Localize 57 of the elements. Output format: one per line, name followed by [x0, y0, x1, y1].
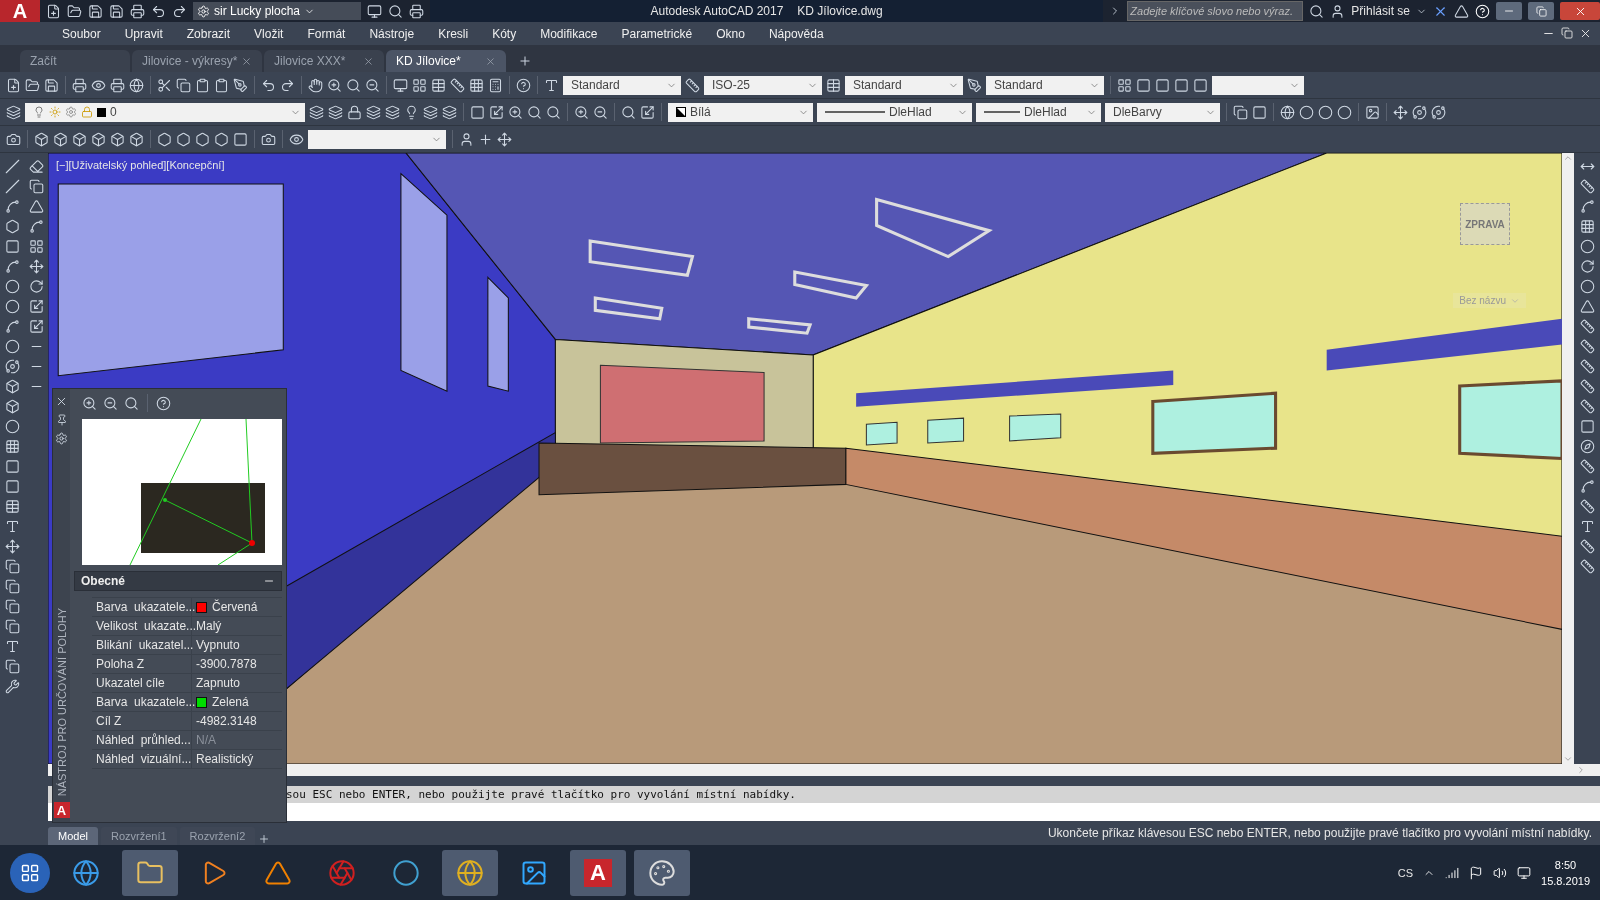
menu-item[interactable]: Formát	[295, 26, 358, 41]
lineweight-dropdown[interactable]: DleHlad	[976, 102, 1101, 122]
plot-style-dropdown[interactable]: DleBarvy	[1105, 102, 1220, 122]
property-name: Poloha Z	[92, 655, 192, 674]
menu-item[interactable]: Nástroje	[357, 26, 427, 41]
workspace-dropdown[interactable]: sir Lucky plocha	[193, 2, 361, 20]
menu-item[interactable]: Nápověda	[756, 26, 836, 41]
document-tab[interactable]: KD Jílovice*	[386, 50, 506, 72]
app-logo: A	[53, 802, 70, 818]
property-value[interactable]: Malý	[196, 619, 222, 633]
panel-title: NÁSTROJ PRO URČOVÁNÍ POLOHY	[55, 607, 68, 796]
clock[interactable]: 8:50 15.8.2019	[1541, 858, 1590, 887]
property-name: Cíl Z	[92, 712, 192, 731]
property-value[interactable]: Zapnuto	[196, 676, 241, 690]
property-value[interactable]: -4982.3148	[196, 714, 257, 728]
menu-item[interactable]: Kóty	[480, 26, 529, 41]
status-message: Ukončete příkaz klávesou ESC nebo ENTER, nebo použijte pravé tlačítko pro vyvolání místní nabídky.	[1047, 826, 1592, 840]
search-field[interactable]: Zadejte klíčové slovo nebo výraz.	[1127, 1, 1304, 21]
command-history-text: sou ESC nebo ENTER, nebo použijte pravé tlačítko pro vyvolání místní nabídky.	[286, 788, 796, 801]
section-header[interactable]: Obecné	[74, 571, 282, 591]
layer-dropdown[interactable]: 0	[25, 102, 305, 122]
document-tab[interactable]: Jilovice XXX*	[264, 50, 384, 72]
document-tab[interactable]: Začít	[20, 50, 130, 72]
menu-item[interactable]: Okno	[704, 26, 757, 41]
property-value[interactable]: Realistický	[196, 752, 254, 766]
menu-item[interactable]: Upravit	[112, 26, 175, 41]
language-indicator[interactable]: CS	[1397, 866, 1414, 879]
property-value[interactable]: -3900.7878	[196, 657, 257, 671]
menu-item[interactable]: Kresli	[426, 26, 481, 41]
multileader-style-dropdown[interactable]: Standard	[986, 75, 1104, 95]
layout-tab[interactable]: Model	[48, 827, 98, 845]
layout-tab[interactable]: Rozvržení2	[179, 827, 256, 845]
property-name: Náhled průhled...	[92, 731, 192, 750]
property-name: Ukazatel cíle	[92, 674, 192, 693]
property-value[interactable]: Zelená	[212, 695, 249, 709]
app-title: Autodesk AutoCAD 2017	[650, 4, 784, 18]
document-title: KD Jílovice.dwg	[797, 4, 883, 18]
menu-item[interactable]: Vložit	[242, 26, 296, 41]
app-logo[interactable]: A	[584, 858, 612, 887]
document-tab[interactable]: Jilovice - výkresy*	[132, 50, 262, 72]
menu-item[interactable]: Soubor	[50, 26, 113, 41]
property-name: Blikání ukazatel...	[92, 636, 192, 655]
text-style-dropdown[interactable]: Standard	[563, 75, 681, 95]
menu-item[interactable]: Modifikace	[528, 26, 610, 41]
viewport-label[interactable]: [−][Uživatelský pohled][Koncepční]	[56, 159, 225, 171]
linetype-dropdown[interactable]: DleHlad	[817, 102, 972, 122]
app-logo[interactable]: A	[0, 0, 40, 22]
color-dropdown[interactable]: Bílá	[668, 102, 813, 122]
menu-item[interactable]: Zobrazit	[174, 26, 243, 41]
dimension-style-dropdown[interactable]: ISO-25	[704, 75, 822, 95]
menu-item[interactable]: Parametrické	[609, 26, 705, 41]
property-value[interactable]: Červená	[212, 600, 258, 614]
property-value[interactable]: Vypnuto	[196, 638, 240, 652]
layout-tab[interactable]: Rozvržení1	[100, 827, 177, 845]
sign-in-link[interactable]: Přihlásit se	[1351, 4, 1410, 18]
table-style-dropdown[interactable]: Standard	[845, 75, 963, 95]
property-name: Náhled vizuální...	[92, 750, 192, 769]
